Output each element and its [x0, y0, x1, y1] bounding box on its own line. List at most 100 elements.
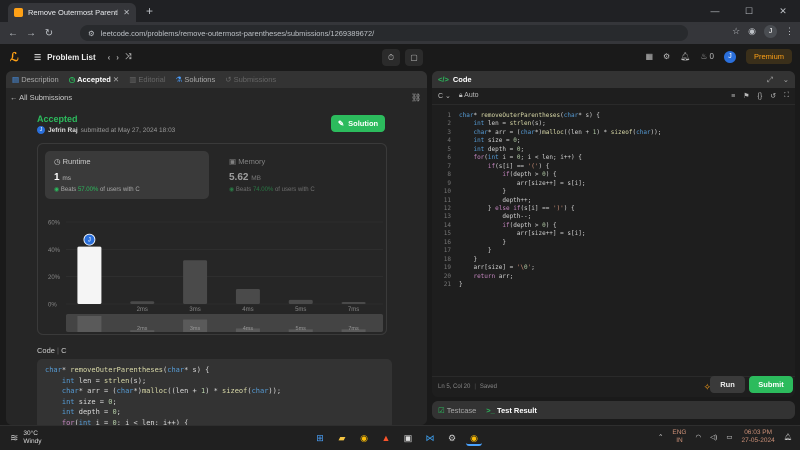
code-line[interactable]: depth++; [459, 197, 531, 204]
back-icon[interactable]: ← [4, 28, 22, 39]
tab-editorial[interactable]: ▥ Editorial [129, 75, 165, 84]
chrome-active-icon[interactable]: ◉ [466, 430, 482, 446]
maximize-icon[interactable]: ☐ [732, 0, 766, 22]
bell-icon[interactable]: 🔔︎ [680, 52, 690, 61]
tab-accepted[interactable]: ◷ Accepted ✕ [69, 75, 120, 84]
close-window-icon[interactable]: ✕ [766, 0, 800, 22]
timer-icon[interactable]: ⏱ [382, 49, 400, 66]
notification-icon[interactable]: 🔔︎ [784, 433, 792, 441]
prev-problem-icon[interactable]: ‹ [108, 53, 111, 62]
edit-icon: ✎ [337, 119, 345, 128]
next-problem-icon[interactable]: › [116, 53, 119, 62]
file-explorer-icon[interactable]: ▰ [334, 430, 350, 446]
settings-icon[interactable]: ⚙ [663, 52, 670, 61]
vscode-icon[interactable]: ⋈ [422, 430, 438, 446]
extension-icon[interactable]: ◉ [748, 26, 756, 37]
weather-widget[interactable]: ≋ 30°C Windy [10, 430, 41, 446]
volume-icon[interactable]: ◁) [710, 433, 717, 441]
forward-icon[interactable]: → [22, 28, 40, 39]
notes-icon[interactable]: ▢ [405, 49, 423, 66]
code-line[interactable]: } else if(s[i] == ')') { [459, 205, 575, 212]
code-line[interactable]: } [459, 256, 477, 263]
code-line[interactable]: char* arr = (char*)malloc((len + 1) * si… [459, 129, 661, 136]
lock-icon: 🔒︎ [458, 92, 463, 99]
all-submissions-link[interactable]: ← All Submissions [10, 93, 72, 102]
browser-tab[interactable]: Remove Outermost Parenthese ✕ [8, 3, 136, 22]
close-tab-icon[interactable]: ✕ [123, 8, 130, 17]
x-tick-label: 4ms [242, 307, 253, 313]
code-line[interactable]: if(depth > 0) { [459, 171, 556, 178]
tab-description[interactable]: ▤ Description [12, 75, 59, 84]
code-line[interactable]: } [459, 247, 492, 254]
wifi-icon[interactable]: ◠ [695, 433, 701, 441]
reset-icon[interactable]: ↺ [770, 92, 776, 100]
code-line[interactable]: depth--; [459, 213, 531, 220]
code-line[interactable]: int size = 0; [459, 137, 520, 144]
battery-icon[interactable]: ▭ [726, 433, 732, 441]
submit-button[interactable]: Submit [749, 376, 793, 393]
code-line[interactable]: if(depth > 0) { [459, 222, 556, 229]
code-line[interactable]: for(int i = 0; i < len; i++) { [459, 154, 581, 161]
problem-list-link[interactable]: Problem List [47, 53, 95, 62]
chart-bar [288, 299, 313, 304]
url-bar[interactable]: ⚙ leetcode.com/problems/remove-outermost… [80, 25, 688, 41]
clock[interactable]: 06:03 PM 27-05-2024 [741, 429, 774, 445]
reload-icon[interactable]: ↻ [40, 28, 58, 39]
code-line[interactable]: int depth = 0; [459, 146, 524, 153]
code-line[interactable]: return arr; [459, 273, 513, 280]
code-editor[interactable]: 1 2 3 4 5 6 7 8 9 10 11 12 13 14 15 16 1… [432, 109, 795, 339]
code-line[interactable]: int len = strlen(s); [459, 120, 545, 127]
leetcode-logo-icon[interactable]: ℒ [10, 50, 23, 64]
code-line: int size = 0; [61, 397, 117, 406]
format-icon[interactable]: ≡ [731, 93, 735, 100]
menu-icon[interactable]: ⋮ [785, 26, 794, 37]
tab-submissions[interactable]: ↺ Submissions [225, 75, 276, 84]
expand-icon[interactable]: ⤢ [767, 75, 773, 85]
code-line[interactable]: } [459, 188, 506, 195]
minimize-icon[interactable]: — [698, 0, 732, 22]
shuffle-icon[interactable]: ⤨ [125, 52, 131, 62]
code-line[interactable]: arr[size++] = s[i]; [459, 230, 586, 237]
auto-mode[interactable]: 🔒︎ Auto [459, 92, 479, 100]
code-line[interactable]: if(s[i] == '(') { [459, 163, 549, 170]
code-line[interactable]: } [459, 239, 506, 246]
bookmark-icon[interactable]: ⚑ [743, 92, 749, 100]
code-line[interactable]: arr[size++] = s[i]; [459, 180, 586, 187]
code-line[interactable]: } [459, 281, 463, 288]
tab-solutions[interactable]: ⚗ Solutions [176, 75, 216, 84]
tray-chevron-icon[interactable]: ⌃ [658, 433, 663, 441]
y-tick-label: 40% [48, 248, 61, 254]
fullscreen-icon[interactable]: ⛶ [784, 92, 789, 100]
collapse-icon[interactable]: ⌄ [783, 75, 789, 84]
start-icon[interactable]: ⊞ [312, 430, 328, 446]
y-tick-label: 0% [48, 303, 57, 309]
tab-testcase[interactable]: ☑ Testcase [438, 406, 476, 415]
store-icon[interactable]: ▣ [400, 430, 416, 446]
language-select[interactable]: C ⌄ [438, 92, 451, 100]
solution-button[interactable]: ✎ Solution [331, 115, 385, 132]
layout-icon[interactable]: ▦ [645, 52, 653, 61]
premium-button[interactable]: Premium [745, 49, 792, 64]
star-icon[interactable]: ☆ [732, 26, 740, 37]
user-avatar[interactable]: J [723, 50, 736, 63]
link-icon[interactable]: ⛓ [411, 93, 421, 102]
streak-counter[interactable]: ♨ 0 [700, 52, 714, 61]
site-info-icon[interactable]: ⚙ [88, 29, 95, 38]
memory-card[interactable]: ▣ Memory 5.62 MB ◉ Beats 74.00% of users… [220, 151, 384, 199]
runtime-card[interactable]: ◷ Runtime 1 ms ◉ Beats 57.00% of users w… [45, 151, 209, 199]
language-indicator[interactable]: ENG IN [672, 429, 686, 445]
braces-icon[interactable]: {} [758, 93, 763, 100]
code-line[interactable]: arr[size] = '\0'; [459, 264, 534, 271]
code-line[interactable]: char* removeOuterParentheses(char* s) { [459, 112, 600, 119]
tab-test-result[interactable]: >_ Test Result [486, 406, 537, 415]
close-tab-accepted-icon[interactable]: ✕ [113, 75, 119, 84]
settings-app-icon[interactable]: ⚙ [444, 430, 460, 446]
submitter-name[interactable]: Jefrin Raj [48, 127, 78, 134]
new-tab-icon[interactable]: + [146, 4, 153, 18]
profile-avatar[interactable]: J [764, 25, 777, 38]
editor-source[interactable]: char* removeOuterParentheses(char* s) { … [459, 112, 661, 290]
run-button[interactable]: Run [710, 376, 745, 393]
chrome-icon[interactable]: ◉ [356, 430, 372, 446]
brave-icon[interactable]: ▲ [378, 430, 394, 446]
memory-beats-suffix: of users with C [274, 187, 315, 193]
